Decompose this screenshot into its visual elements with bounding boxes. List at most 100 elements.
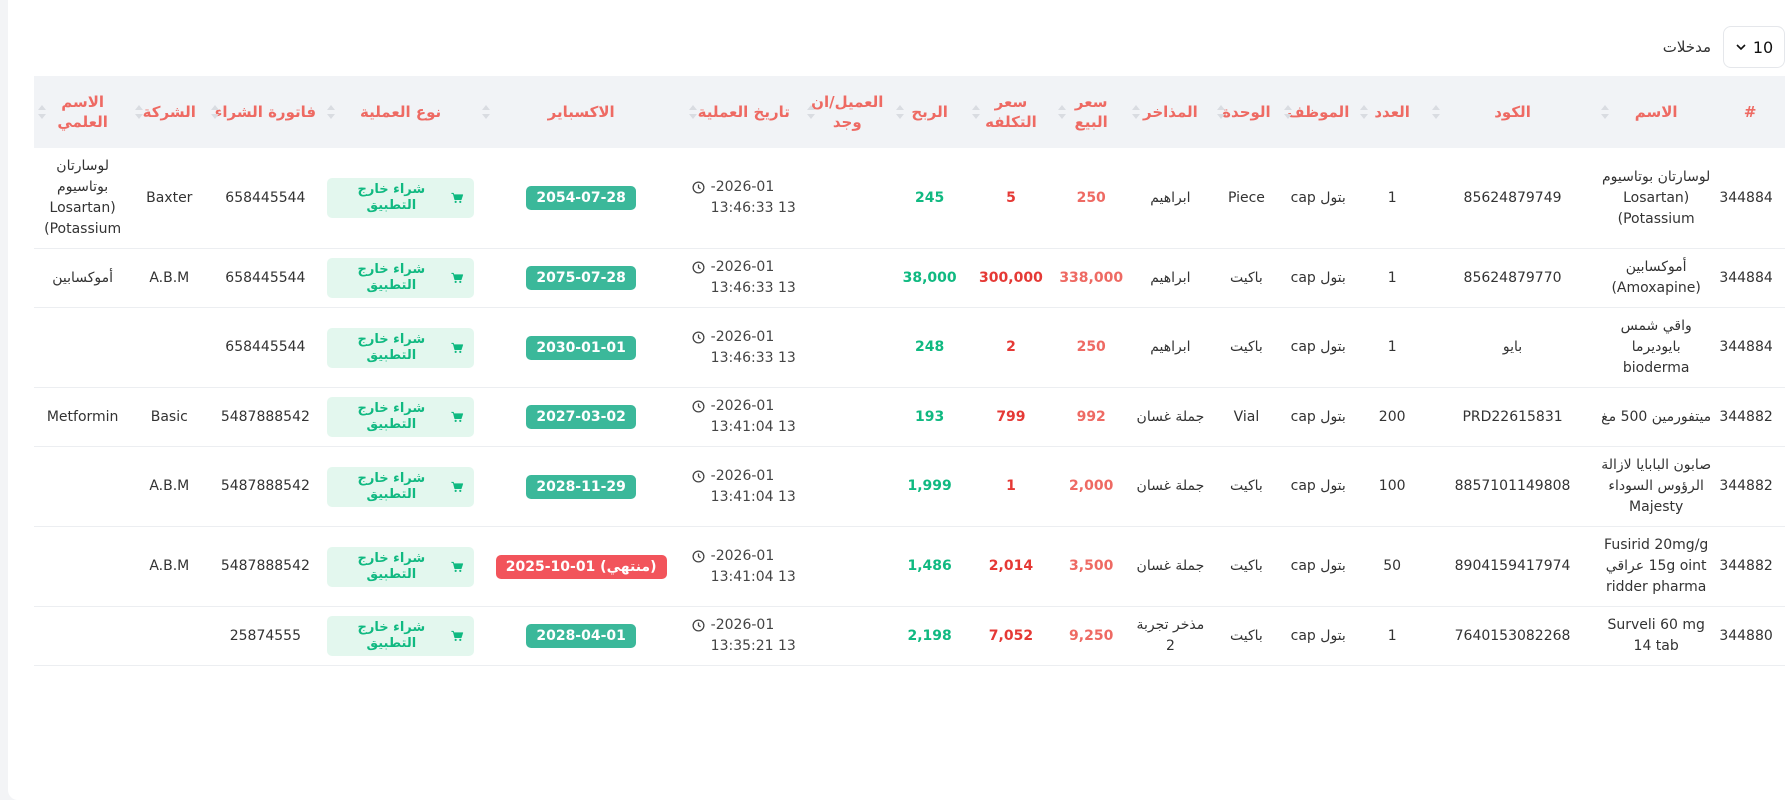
column-header[interactable]: # [1715, 76, 1785, 148]
cell-expiry: 2025-10-01 (منتهي) [477, 526, 685, 607]
datetime-text: 2026-01- 13 13:41:04 [711, 466, 796, 508]
cell-id: 344882 [1715, 446, 1785, 527]
table-controls: 10 مدخلات [1663, 24, 1785, 70]
cell-client [802, 148, 892, 249]
clock-icon [692, 181, 705, 194]
sort-icon [1284, 105, 1293, 119]
cell-sell-price: 250 [1054, 307, 1129, 388]
cell-scientific-name [34, 307, 132, 388]
cell-employee: بتول cap [1280, 446, 1357, 527]
cell-invoice: 658445544 [207, 307, 324, 388]
cell-name: لوسارتان بوتاسيوم Losartan) (Potassium [1597, 148, 1716, 249]
cell-sell-price: 250 [1054, 148, 1129, 249]
time-line: 13 13:46:33 [710, 280, 796, 296]
cell-operation-type: شراء خارج التطبيق [323, 148, 478, 249]
cell-name: Surveli 60 mg 14 tab [1597, 606, 1716, 666]
cell-operation-type: شراء خارج التطبيق [323, 606, 478, 666]
time-line: 13 13:46:33 [710, 349, 796, 366]
date-line: 2026-01- [710, 398, 775, 414]
clock-icon [692, 619, 705, 632]
sort-icon [895, 105, 904, 119]
cell-qty: 1 [1356, 248, 1429, 308]
column-header-label: الربح [911, 103, 948, 121]
cell-employee: بتول cap [1280, 148, 1357, 249]
cell-profit: 1,999 [891, 446, 968, 527]
cell-client [802, 387, 892, 447]
column-header[interactable]: الاسم [1597, 76, 1716, 148]
column-header-label: العميل/ان وجد [811, 93, 884, 131]
column-header[interactable]: تاريخ العملية [684, 76, 803, 148]
column-header-label: سعر التكلفه [985, 93, 1037, 131]
column-header[interactable]: سعر التكلفه [967, 76, 1055, 148]
expiry-badge: 2054-07-28 [526, 186, 636, 210]
column-header[interactable]: الاسم العلمي [34, 76, 132, 148]
column-header[interactable]: نوع العملية [323, 76, 478, 148]
cell-qty: 1 [1356, 606, 1429, 666]
cell-cost-price: 2 [967, 307, 1055, 388]
sort-icon [211, 105, 220, 119]
cell-invoice: 5487888542 [207, 446, 324, 527]
entries-label: مدخلات [1662, 38, 1711, 56]
cell-store: ابراهيم [1128, 307, 1213, 388]
column-header[interactable]: الربح [891, 76, 968, 148]
column-header[interactable]: الوحدة [1212, 76, 1281, 148]
main-card: 10 مدخلات # الاسم الكود العدد الموظف الوحدة ال… [8, 0, 1785, 800]
column-header[interactable]: المذاخر [1128, 76, 1213, 148]
sort-icon [1058, 105, 1067, 119]
datetime: 2026-01- 13 13:46:33 [692, 257, 796, 299]
datetime: 2026-01- 13 13:41:04 [692, 546, 796, 588]
cart-icon [451, 411, 464, 422]
operation-badge: شراء خارج التطبيق [327, 397, 474, 437]
datetime-text: 2026-01- 13 13:35:21 [711, 615, 796, 657]
operation-badge: شراء خارج التطبيق [327, 466, 474, 507]
cell-operation-type: شراء خارج التطبيق [323, 526, 478, 607]
cell-scientific-name [34, 606, 132, 666]
page-size-select[interactable]: 10 [1723, 26, 1785, 68]
page-size-value: 10 [1752, 37, 1774, 57]
cell-store: ابراهيم [1128, 248, 1213, 308]
cell-name: واقي شمس بايوديرما bioderma [1597, 307, 1716, 388]
cell-unit: Vial [1212, 387, 1281, 447]
cell-operation-date: 2026-01- 13 13:46:33 [684, 248, 803, 308]
cell-id: 344884 [1715, 307, 1785, 388]
column-header-label: الاسم [1634, 103, 1678, 121]
operation-label: شراء خارج التطبيق [357, 401, 426, 432]
cell-profit: 193 [891, 387, 968, 447]
operation-badge: شراء خارج التطبيق [327, 258, 474, 298]
cell-profit: 38,000 [891, 248, 968, 308]
sort-icon [971, 105, 980, 119]
sort-icon [135, 105, 144, 119]
cell-company [131, 606, 208, 666]
column-header-label: سعر البيع [1074, 93, 1108, 131]
column-header[interactable]: الاكسباير [477, 76, 685, 148]
operation-label: شراء خارج التطبيق [357, 262, 426, 293]
cell-operation-type: شراء خارج التطبيق [323, 446, 478, 527]
column-header[interactable]: العميل/ان وجد [802, 76, 892, 148]
column-header-label: الوحدة [1222, 103, 1271, 121]
column-header[interactable]: العدد [1356, 76, 1429, 148]
cell-cost-price: 1 [967, 446, 1055, 527]
cell-company: A.B.M [131, 526, 208, 607]
column-header[interactable]: الموظف [1280, 76, 1357, 148]
column-header[interactable]: سعر البيع [1054, 76, 1129, 148]
table-row: 344884 لوسارتان بوتاسيوم Losartan) (Potas… [34, 148, 1785, 249]
cell-employee: بتول cap [1280, 387, 1357, 447]
cell-sell-price: 3,500 [1054, 526, 1129, 607]
cell-id: 344882 [1715, 526, 1785, 607]
column-header[interactable]: الشركة [131, 76, 208, 148]
cell-operation-date: 2026-01- 13 13:41:04 [684, 446, 803, 527]
cell-id: 344882 [1715, 387, 1785, 447]
cell-invoice: 658445544 [207, 148, 324, 249]
datetime: 2026-01- 13 13:46:33 [692, 177, 796, 219]
column-header[interactable]: الكود [1428, 76, 1598, 148]
cell-sell-price: 338,000 [1054, 248, 1129, 308]
sort-icon [806, 105, 815, 119]
sort-icon [1216, 105, 1225, 119]
purchases-table: # الاسم الكود العدد الموظف الوحدة المذاخر سعر ا… [34, 76, 1785, 666]
column-header[interactable]: فاتورة الشراء [207, 76, 324, 148]
cell-operation-date: 2026-01- 13 13:41:04 [684, 387, 803, 447]
cell-code: بايو [1428, 307, 1598, 388]
cell-sell-price: 2,000 [1054, 446, 1129, 527]
datetime-text: 2026-01- 13 13:46:33 [711, 257, 796, 299]
sort-icon [1432, 105, 1441, 119]
